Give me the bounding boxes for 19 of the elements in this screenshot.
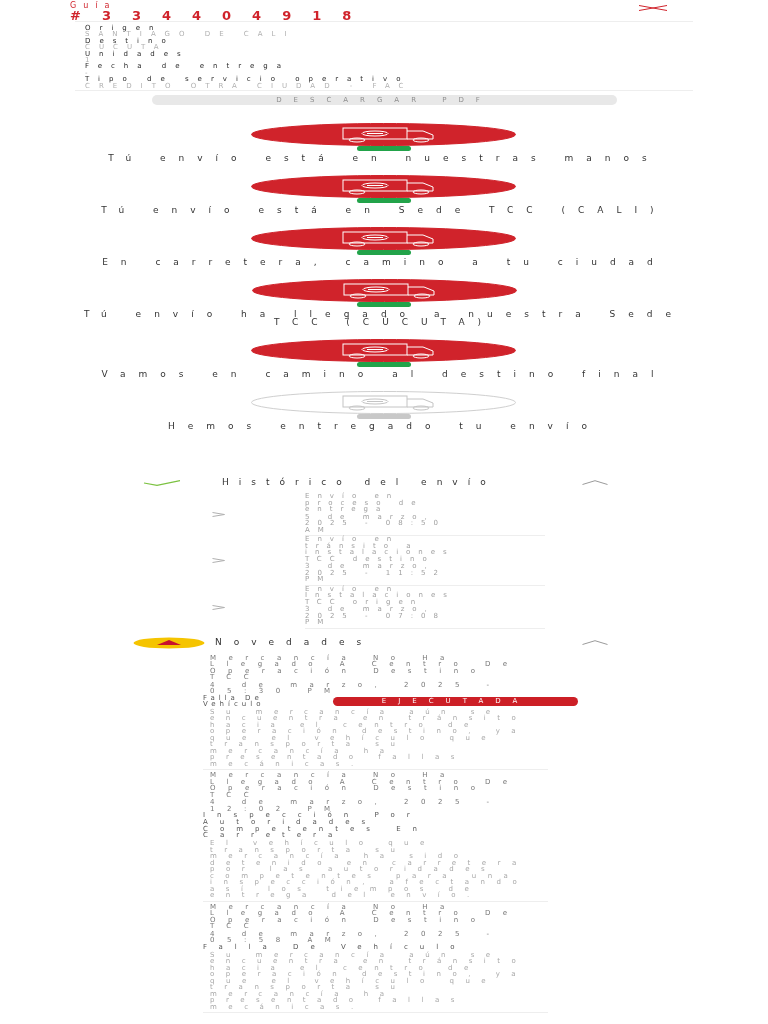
chevron-right-icon[interactable]: [212, 558, 225, 564]
close-button[interactable]: [638, 5, 668, 11]
check-icon: [143, 479, 181, 486]
section-title: Histórico del envío: [222, 478, 496, 488]
guide-label: Guía: [70, 2, 118, 10]
step-label: Tú envío ha llegado a nuestra Sede TCC (CÚCUTA): [82, 310, 686, 327]
step-label: Tú envío está en Sede TCC (CALI): [101, 206, 667, 215]
step-label: Vamos en camino al destino final: [101, 370, 667, 379]
step-label: Hemos entregado tu envío: [168, 422, 600, 431]
step-label: En carretera, camino a tu ciudad: [102, 258, 666, 267]
close-icon: [638, 5, 668, 11]
chevron-up-icon[interactable]: [582, 480, 608, 486]
section-title: Novedades: [215, 638, 374, 648]
warning-icon: [133, 636, 205, 649]
chevron-right-icon[interactable]: [212, 604, 225, 610]
step-label: Tú envío está en nuestras manos: [108, 154, 660, 163]
chevron-right-icon[interactable]: [212, 512, 225, 518]
chevron-up-icon[interactable]: [582, 640, 608, 646]
guide-number: #334404918: [70, 10, 373, 21]
